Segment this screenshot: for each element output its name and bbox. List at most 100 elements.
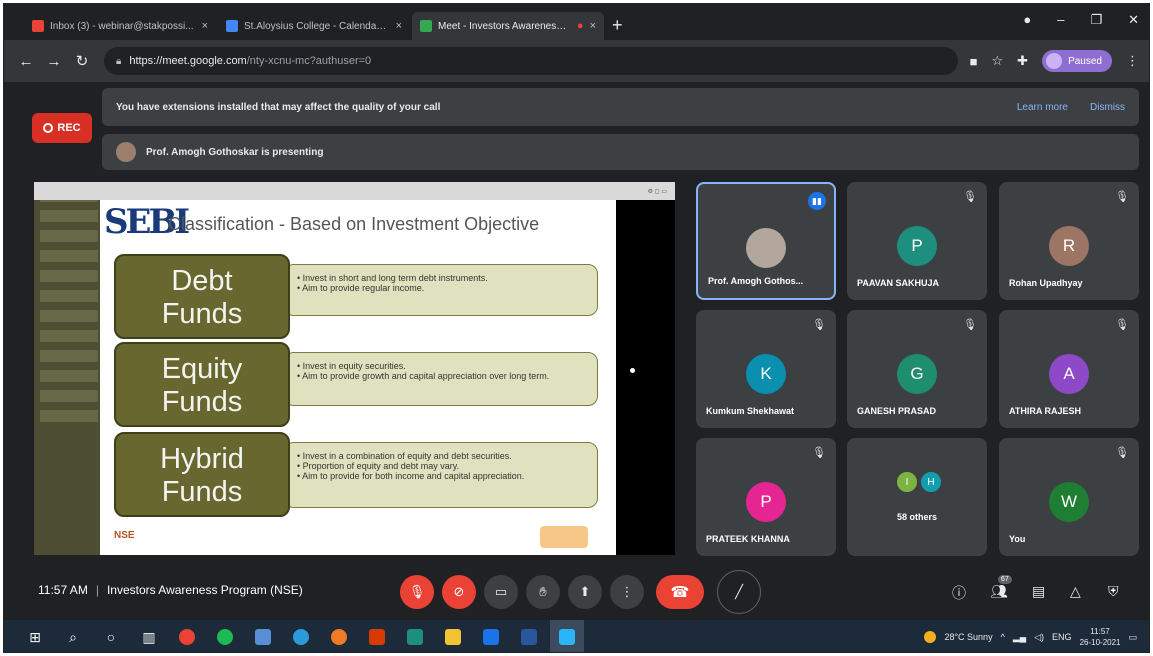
participant-name: GANESH PRASAD	[857, 406, 937, 416]
star-icon[interactable]: ☆	[992, 53, 1004, 69]
office-icon[interactable]	[360, 620, 394, 652]
app-icon[interactable]	[398, 620, 432, 652]
close-tab-icon[interactable]: ×	[202, 20, 208, 32]
avatar: P	[897, 226, 937, 266]
weather-text[interactable]: 28°C Sunny	[944, 632, 992, 642]
shared-browser-controls: ⚙ ◻ ▭	[647, 188, 667, 195]
avatar: W	[1049, 482, 1089, 522]
screen: Inbox (3) - webinar@stakpossi... × St.Al…	[3, 3, 1150, 653]
fund-box-hybrid: Hybrid Funds	[114, 432, 290, 517]
participant-name: ATHIRA RAJESH	[1009, 406, 1082, 416]
participant-tile[interactable]: ▮▮ Prof. Amogh Gothos...	[696, 182, 836, 300]
browser-toolbar: ← → ↻ 🔒︎ https://meet.google.com /nty-xc…	[4, 40, 1149, 82]
raise-hand-button[interactable]: ✋︎	[526, 575, 560, 609]
activities-icon[interactable]: △	[1070, 583, 1081, 600]
presentation-slide: SEBI Classification - Based on Investmen…	[100, 200, 616, 555]
app-icon[interactable]	[550, 620, 584, 652]
camera-icon[interactable]: ■	[970, 54, 978, 69]
app-icon[interactable]	[246, 620, 280, 652]
bullet: • Aim to provide growth and capital appr…	[297, 371, 550, 381]
extensions-icon[interactable]: ✚	[1017, 53, 1028, 69]
pointer-button[interactable]: ╱	[717, 570, 761, 614]
leave-call-button[interactable]: ☎︎	[656, 575, 704, 609]
reload-icon[interactable]: ↻	[70, 52, 94, 70]
participant-count: 67	[998, 575, 1012, 584]
store-icon[interactable]	[474, 620, 508, 652]
host-controls-icon[interactable]: ⛨	[1108, 583, 1119, 600]
lock-icon[interactable]: 🔒︎	[116, 56, 121, 67]
fund-description: • Invest in short and long term debt ins…	[284, 264, 598, 316]
clock[interactable]: 11:57 26-10-2021	[1080, 626, 1121, 648]
close-tab-icon[interactable]: ×	[396, 20, 402, 32]
presenting-bar: Prof. Amogh Gothoskar is presenting	[102, 134, 1139, 170]
participant-tile[interactable]: 🎙︎ K Kumkum Shekhawat	[696, 310, 836, 428]
presenter-avatar	[116, 142, 136, 162]
present-button[interactable]: ⬆	[568, 575, 602, 609]
edge-icon[interactable]	[284, 620, 318, 652]
record-icon[interactable]: ●	[1023, 12, 1031, 28]
forward-icon[interactable]: →	[42, 53, 66, 70]
chat-icon[interactable]: ▤	[1032, 583, 1045, 600]
participant-name: You	[1009, 534, 1026, 544]
fund-name: Equity	[161, 353, 243, 385]
learn-more-link[interactable]: Learn more	[1017, 102, 1068, 113]
calendar-icon	[226, 20, 238, 32]
close-tab-icon[interactable]: ×	[590, 20, 596, 32]
camera-toggle-button[interactable]: ⊘	[442, 575, 476, 609]
firefox-icon[interactable]	[322, 620, 356, 652]
bullet: • Aim to provide for both income and cap…	[297, 471, 525, 481]
notifications-icon[interactable]: ▭	[1128, 632, 1137, 643]
fund-name: Hybrid	[160, 443, 244, 475]
tab-meet[interactable]: Meet - Investors Awareness ... ● ×	[412, 12, 604, 40]
slide-title: Classification - Based on Investment Obj…	[168, 214, 540, 234]
mic-off-icon: 🎙︎	[812, 447, 826, 459]
participant-name: PAAVAN SAKHUJA	[857, 278, 940, 288]
participant-tile[interactable]: 🎙︎ P PAAVAN SAKHUJA	[847, 182, 987, 300]
cortana-icon[interactable]: ○	[94, 620, 128, 652]
task-view-icon[interactable]: ▥	[132, 620, 166, 652]
people-icon[interactable]: 67 👥︎	[990, 575, 1012, 600]
bullet: • Aim to provide regular income.	[297, 283, 425, 293]
word-icon[interactable]	[512, 620, 546, 652]
meeting-time: 11:57 AM	[38, 583, 88, 597]
menu-icon[interactable]: ⋮	[1126, 53, 1139, 69]
chrome-icon[interactable]	[170, 620, 204, 652]
restore-icon[interactable]: ❐	[1090, 12, 1102, 28]
file-explorer-icon[interactable]	[436, 620, 470, 652]
weather-icon	[924, 631, 937, 643]
participant-tile[interactable]: 🎙︎ P PRATEEK KHANNA	[696, 438, 836, 556]
language[interactable]: ENG	[1052, 632, 1072, 642]
search-icon[interactable]: ⌕	[56, 620, 90, 652]
volume-icon[interactable]: ◁)	[1034, 632, 1044, 643]
tab-title: Meet - Investors Awareness ...	[438, 20, 571, 32]
info-icon[interactable]: ⓘ	[952, 583, 966, 603]
participant-name: Prof. Amogh Gothos...	[708, 276, 804, 286]
chevron-up-icon[interactable]: ^	[1001, 632, 1005, 642]
self-tile[interactable]: 🎙︎ W You	[999, 438, 1139, 556]
others-tile[interactable]: I H 58 others	[847, 438, 987, 556]
avatar: G	[897, 354, 937, 394]
close-window-icon[interactable]: ✕	[1128, 12, 1139, 28]
more-options-button[interactable]: ⋮	[610, 575, 644, 609]
participant-tile[interactable]: 🎙︎ G GANESH PRASAD	[847, 310, 987, 428]
address-bar[interactable]: 🔒︎ https://meet.google.com /nty-xcnu-mc?…	[104, 47, 958, 75]
minimize-icon[interactable]: –	[1057, 12, 1064, 28]
avatar	[746, 228, 786, 268]
participant-tile[interactable]: 🎙︎ R Rohan Upadhyay	[999, 182, 1139, 300]
captions-button[interactable]: ▭	[484, 575, 518, 609]
participant-tile[interactable]: 🎙︎ A ATHIRA RAJESH	[999, 310, 1139, 428]
mic-toggle-button[interactable]: 🎙︎	[400, 575, 434, 609]
tab-title: Inbox (3) - webinar@stakpossi...	[50, 20, 194, 32]
dismiss-button[interactable]: Dismiss	[1090, 102, 1125, 113]
spotify-icon[interactable]	[208, 620, 242, 652]
back-icon[interactable]: ←	[14, 53, 38, 70]
clock-date: 26-10-2021	[1079, 638, 1121, 647]
shared-sidebar	[34, 182, 104, 555]
tab-gmail[interactable]: Inbox (3) - webinar@stakpossi... ×	[24, 12, 216, 40]
network-icon[interactable]: ▂▄	[1013, 632, 1026, 643]
record-icon	[43, 123, 54, 133]
windows-start-icon[interactable]: ⊞	[18, 620, 52, 652]
tab-calendar[interactable]: St.Aloysius College - Calendar - ... ×	[218, 12, 410, 40]
profile-button[interactable]: Paused	[1042, 50, 1112, 72]
new-tab-button[interactable]: +	[612, 12, 623, 40]
